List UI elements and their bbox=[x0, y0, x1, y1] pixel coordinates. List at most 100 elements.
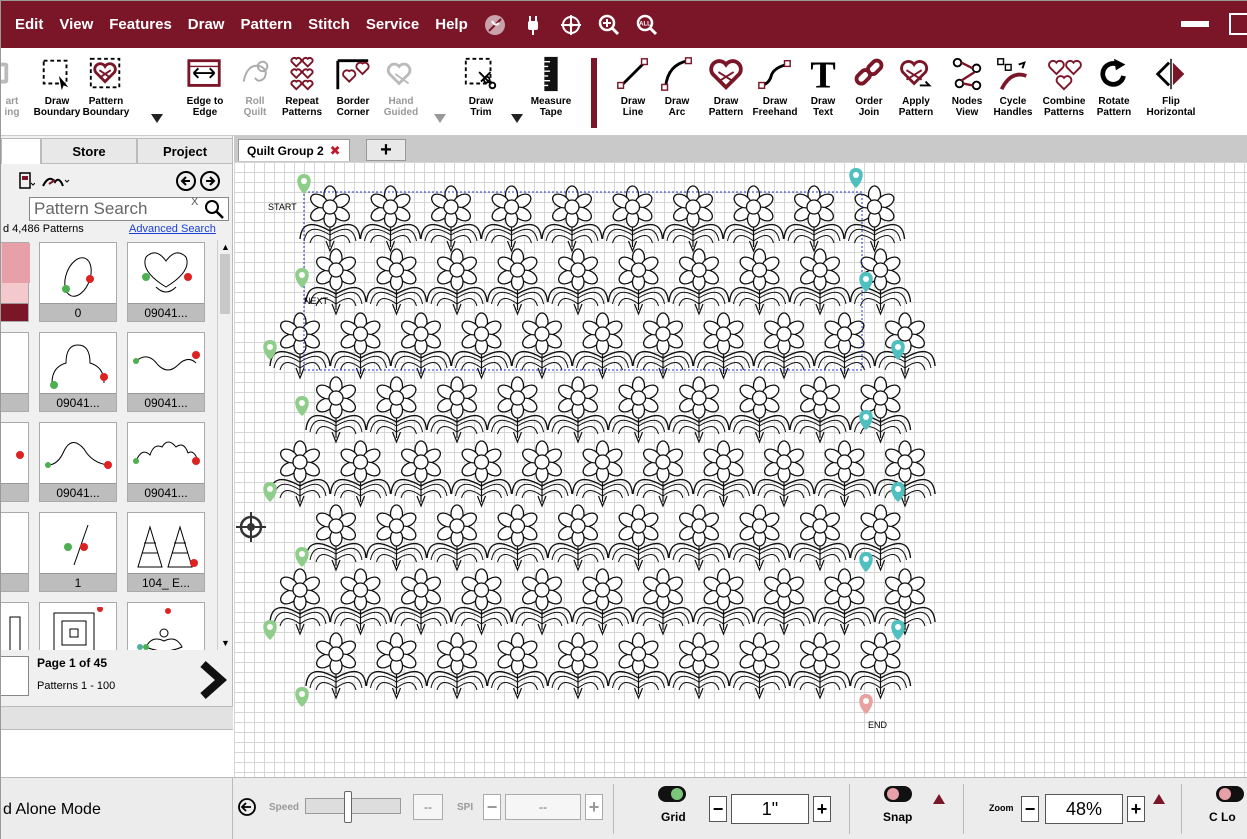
snap-toggle-icon[interactable] bbox=[883, 784, 913, 804]
start-pin-icon[interactable] bbox=[295, 268, 309, 288]
start-pin-icon[interactable] bbox=[263, 340, 277, 360]
crosshair-icon[interactable] bbox=[558, 12, 584, 38]
draw-line-tool[interactable]: Draw Line bbox=[613, 52, 653, 134]
back-arrow-icon[interactable] bbox=[175, 170, 197, 192]
zoom-in-button[interactable]: + bbox=[1127, 796, 1145, 822]
next-page-chevron-icon[interactable] bbox=[197, 660, 228, 700]
speed-slider[interactable] bbox=[305, 791, 401, 823]
draw-boundary-tool[interactable]: Draw Boundary bbox=[34, 52, 80, 134]
start-pin-icon[interactable] bbox=[263, 620, 277, 640]
pattern-thumbnail[interactable]: 09041... bbox=[39, 422, 117, 502]
pattern-thumbnail[interactable]: 09041... bbox=[127, 422, 205, 502]
snap-options-icon[interactable] bbox=[933, 794, 945, 804]
pattern-thumbnail[interactable] bbox=[39, 602, 117, 650]
pattern-thumbnail[interactable] bbox=[1, 242, 30, 322]
menu-service[interactable]: Service bbox=[358, 1, 427, 48]
zoom-all-icon[interactable]: ALL bbox=[634, 12, 660, 38]
scroll-down-icon[interactable]: ▼ bbox=[221, 638, 230, 648]
menu-help[interactable]: Help bbox=[427, 1, 476, 48]
edge-to-edge-tool[interactable]: Edge to Edge bbox=[181, 52, 229, 134]
spi-decrease-button[interactable]: − bbox=[483, 794, 501, 820]
folder-dropdown-icon[interactable] bbox=[19, 172, 36, 190]
grid-increase-button[interactable]: + bbox=[813, 796, 831, 822]
start-pin-icon[interactable] bbox=[295, 547, 309, 567]
menu-draw[interactable]: Draw bbox=[180, 1, 233, 48]
scroll-thumb[interactable] bbox=[220, 254, 230, 314]
start-pin-icon[interactable] bbox=[297, 174, 311, 194]
advanced-search-link[interactable]: Advanced Search bbox=[129, 223, 216, 235]
row-end-pin-icon[interactable] bbox=[849, 168, 863, 188]
add-tab-button[interactable]: + bbox=[366, 139, 406, 161]
grid-toggle-icon[interactable] bbox=[657, 784, 687, 804]
menu-features[interactable]: Features bbox=[101, 1, 180, 48]
hand-guided-dropdown[interactable] bbox=[434, 114, 446, 123]
start-stitching-tool[interactable]: art ing bbox=[1, 52, 29, 134]
border-corner-tool[interactable]: Border Corner bbox=[331, 52, 375, 134]
draw-text-tool[interactable]: T Draw Text bbox=[803, 52, 843, 134]
tab-quilt-group-2[interactable]: Quilt Group 2 ✖ bbox=[238, 139, 350, 161]
grid-size-value[interactable]: 1" bbox=[731, 794, 809, 824]
roll-quilt-tool[interactable]: Roll Quilt bbox=[235, 52, 275, 134]
start-pin-icon[interactable] bbox=[295, 396, 309, 416]
sort-dropdown-icon[interactable] bbox=[41, 172, 71, 190]
row-end-pin-icon[interactable] bbox=[859, 552, 873, 572]
pattern-thumbnail[interactable]: 1 bbox=[39, 512, 117, 592]
tab-store[interactable]: Store bbox=[41, 138, 137, 164]
search-clear-button[interactable]: X bbox=[191, 196, 198, 208]
scroll-up-icon[interactable]: ▲ bbox=[221, 242, 230, 252]
draw-freehand-tool[interactable]: Draw Freehand bbox=[751, 52, 799, 134]
zoom-out-button[interactable]: − bbox=[1021, 796, 1039, 822]
hand-guided-tool[interactable]: Hand Guided bbox=[381, 52, 421, 134]
end-pin-icon[interactable] bbox=[859, 694, 873, 714]
pattern-thumbnail[interactable] bbox=[1, 332, 29, 412]
cycle-handles-tool[interactable]: Cycle Handles bbox=[991, 52, 1035, 134]
minimize-button[interactable] bbox=[1181, 21, 1209, 27]
pattern-thumbnail[interactable]: 09041... bbox=[127, 242, 205, 322]
pattern-thumbnail[interactable]: 0 bbox=[39, 242, 117, 322]
quilt-canvas[interactable]: START NEXT END bbox=[234, 162, 1247, 777]
draw-trim-dropdown[interactable] bbox=[511, 114, 523, 123]
draw-trim-tool[interactable]: Draw Trim bbox=[459, 52, 503, 134]
pattern-thumbnail[interactable] bbox=[1, 602, 29, 650]
order-join-tool[interactable]: Order Join bbox=[849, 52, 889, 134]
pattern-search-input[interactable]: Pattern Search bbox=[29, 197, 229, 221]
menu-stitch[interactable]: Stitch bbox=[300, 1, 358, 48]
no-design-icon[interactable] bbox=[482, 12, 508, 38]
repeat-patterns-tool[interactable]: Repeat Patterns bbox=[279, 52, 325, 134]
page-input[interactable] bbox=[1, 656, 29, 696]
draw-pattern-tool[interactable]: Draw Pattern bbox=[703, 52, 749, 134]
pattern-thumbnail[interactable]: 09041... bbox=[127, 332, 205, 412]
draw-arc-tool[interactable]: Draw Arc bbox=[657, 52, 697, 134]
spi-increase-button[interactable]: + bbox=[585, 794, 603, 820]
pattern-thumbnail[interactable] bbox=[127, 602, 205, 650]
rotate-pattern-tool[interactable]: Rotate Pattern bbox=[1089, 52, 1139, 134]
combine-patterns-tool[interactable]: Combine Patterns bbox=[1037, 52, 1091, 134]
pattern-thumbnail[interactable]: 104_ E... bbox=[127, 512, 205, 592]
menu-view[interactable]: View bbox=[51, 1, 101, 48]
grid-decrease-button[interactable]: − bbox=[709, 796, 727, 822]
pattern-boundary-dropdown[interactable] bbox=[151, 114, 163, 123]
pattern-boundary-tool[interactable]: Pattern Boundary bbox=[81, 52, 131, 134]
start-pin-icon[interactable] bbox=[263, 482, 277, 502]
speed-slider-thumb[interactable] bbox=[344, 791, 352, 823]
row-end-pin-icon[interactable] bbox=[891, 620, 905, 640]
close-tab-icon[interactable]: ✖ bbox=[330, 143, 341, 159]
tab-project[interactable]: Project bbox=[137, 138, 233, 164]
pattern-thumbnail[interactable]: 09041... bbox=[39, 332, 117, 412]
apply-pattern-tool[interactable]: Apply Pattern bbox=[893, 52, 939, 134]
menu-pattern[interactable]: Pattern bbox=[232, 1, 300, 48]
thumbnail-scrollbar[interactable]: ▲ ▼ bbox=[217, 240, 231, 650]
zoom-in-icon[interactable] bbox=[596, 12, 622, 38]
flip-horizontal-tool[interactable]: Flip Horizontal bbox=[1141, 52, 1201, 134]
move-crosshair-icon[interactable] bbox=[236, 512, 266, 542]
start-pin-icon[interactable] bbox=[295, 687, 309, 707]
tab-library[interactable] bbox=[1, 138, 41, 164]
menu-edit[interactable]: Edit bbox=[1, 1, 51, 48]
pattern-thumbnail[interactable] bbox=[1, 422, 29, 502]
nodes-view-tool[interactable]: Nodes View bbox=[947, 52, 987, 134]
search-icon[interactable] bbox=[203, 198, 225, 220]
pattern-thumbnail[interactable] bbox=[1, 512, 29, 592]
collapse-arrow-icon[interactable] bbox=[237, 797, 257, 817]
restore-button[interactable] bbox=[1229, 13, 1247, 35]
zoom-value[interactable]: 48% bbox=[1045, 794, 1123, 824]
